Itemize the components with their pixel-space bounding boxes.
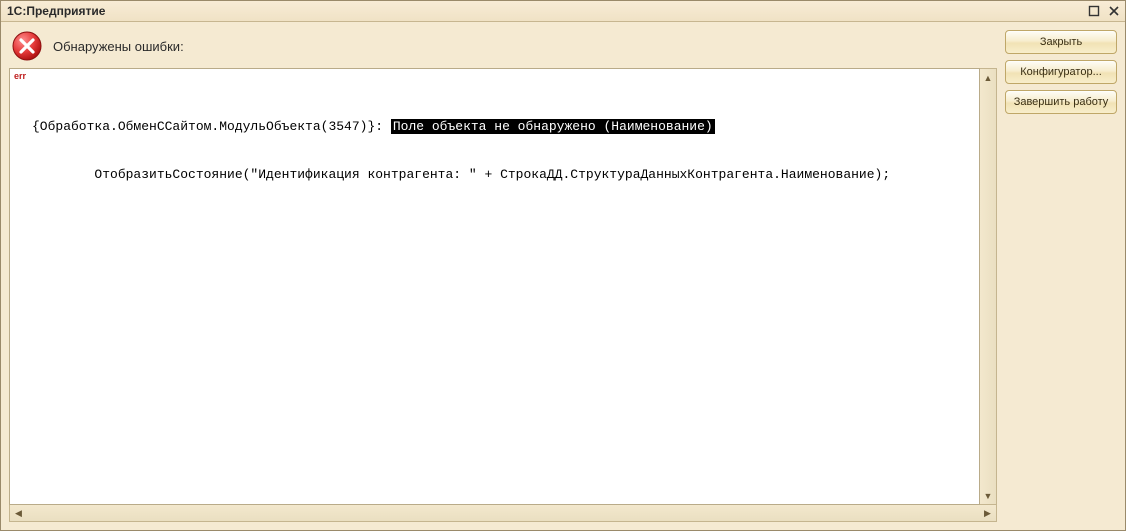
code-line-1-highlight: Поле объекта не обнаружено (Наименование… — [391, 119, 715, 134]
close-button[interactable]: Закрыть — [1005, 30, 1117, 54]
window-body: Обнаружены ошибки: err {Обработка.ОбменС… — [1, 22, 1125, 530]
scroll-left-icon[interactable]: ◀ — [10, 505, 27, 521]
error-icon — [11, 30, 43, 62]
configurator-button[interactable]: Конфигуратор... — [1005, 60, 1117, 84]
errors-header: Обнаружены ошибки: — [9, 30, 997, 68]
titlebar: 1С:Предприятие — [1, 1, 1125, 22]
editor-wrap: err {Обработка.ОбменССайтом.МодульОбъект… — [9, 68, 997, 505]
vertical-scrollbar[interactable]: ▲ ▼ — [980, 68, 997, 505]
scroll-down-icon[interactable]: ▼ — [980, 487, 996, 504]
code-line-2: ОтобразитьСостояние("Идентификация контр… — [10, 167, 979, 183]
window-controls — [1087, 4, 1121, 18]
scroll-up-icon[interactable]: ▲ — [980, 69, 996, 86]
button-panel: Закрыть Конфигуратор... Завершить работу — [1005, 30, 1117, 522]
errors-header-text: Обнаружены ошибки: — [53, 39, 184, 54]
code-line-1-prefix: {Обработка.ОбменССайтом.МодульОбъекта(35… — [32, 119, 391, 134]
error-editor[interactable]: err {Обработка.ОбменССайтом.МодульОбъект… — [9, 68, 980, 505]
shutdown-button[interactable]: Завершить работу — [1005, 90, 1117, 114]
error-tag-icon: err — [10, 71, 30, 82]
window-title: 1С:Предприятие — [7, 4, 105, 18]
window: 1С:Предприятие — [0, 0, 1126, 531]
scroll-right-icon[interactable]: ▶ — [979, 505, 996, 521]
maximize-icon[interactable] — [1087, 4, 1101, 18]
content-column: Обнаружены ошибки: err {Обработка.ОбменС… — [9, 30, 997, 522]
horizontal-scrollbar[interactable]: ◀ ▶ — [9, 505, 997, 522]
close-icon[interactable] — [1107, 4, 1121, 18]
code-line-1: {Обработка.ОбменССайтом.МодульОбъекта(35… — [10, 119, 979, 135]
